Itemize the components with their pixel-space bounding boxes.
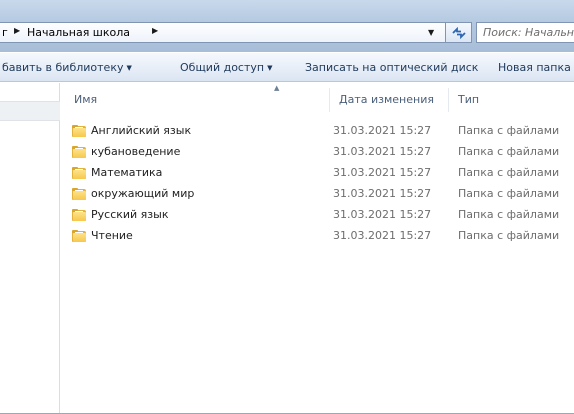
column-header-date[interactable]: Дата изменения <box>339 93 434 106</box>
file-type: Папка с файлами <box>458 187 560 200</box>
file-type: Папка с файлами <box>458 208 560 221</box>
nav-selected-item[interactable] <box>0 101 60 121</box>
file-type: Папка с файлами <box>458 166 560 179</box>
address-toolbar: г ▶ Начальная школа ▶ ▼ Поиск: Начальн <box>0 0 574 52</box>
folder-icon <box>72 146 86 158</box>
file-date: 31.03.2021 15:27 <box>333 208 432 221</box>
explorer-window: г ▶ Начальная школа ▶ ▼ Поиск: Начальн б… <box>0 0 574 414</box>
navigation-pane[interactable] <box>0 83 60 414</box>
add-to-library-label: бавить в библиотеку <box>2 61 124 74</box>
address-dropdown-icon[interactable]: ▼ <box>428 28 434 37</box>
file-type: Папка с файлами <box>458 229 560 242</box>
file-row[interactable]: Математика 31.03.2021 15:27 Папка с файл… <box>67 163 574 184</box>
folder-icon <box>72 167 86 179</box>
folder-icon <box>72 125 86 137</box>
share-button[interactable]: Общий доступ ▼ <box>180 61 272 74</box>
file-list[interactable]: ▲ Имя Дата изменения Тип Английский язык… <box>61 83 574 414</box>
search-placeholder: Поиск: Начальн <box>483 26 574 39</box>
file-name: кубановедение <box>91 145 181 158</box>
file-name: Русский язык <box>91 208 169 221</box>
folder-icon <box>72 209 86 221</box>
breadcrumb-arrow-icon[interactable]: ▶ <box>14 26 20 35</box>
column-header-name[interactable]: Имя <box>74 93 97 106</box>
file-type: Папка с файлами <box>458 145 560 158</box>
file-row[interactable]: окружающий мир 31.03.2021 15:27 Папка с … <box>67 184 574 205</box>
folder-icon <box>72 188 86 200</box>
breadcrumb-arrow-icon[interactable]: ▶ <box>152 26 158 35</box>
file-date: 31.03.2021 15:27 <box>333 229 432 242</box>
column-divider[interactable] <box>329 88 330 112</box>
file-date: 31.03.2021 15:27 <box>333 187 432 200</box>
file-name: Английский язык <box>91 124 192 137</box>
refresh-button[interactable] <box>446 22 472 43</box>
command-bar: бавить в библиотеку ▼ Общий доступ ▼ Запис… <box>0 52 574 82</box>
chevron-down-icon: ▼ <box>126 64 132 72</box>
file-row[interactable]: Чтение 31.03.2021 15:27 Папка с файлами <box>67 226 574 247</box>
address-bar[interactable]: г ▶ Начальная школа ▶ ▼ <box>0 22 446 43</box>
folder-icon <box>72 230 86 242</box>
file-row[interactable]: кубановедение 31.03.2021 15:27 Папка с ф… <box>67 142 574 163</box>
sort-ascending-icon: ▲ <box>274 84 280 92</box>
breadcrumb-current[interactable]: Начальная школа <box>27 26 130 39</box>
search-input[interactable]: Поиск: Начальн <box>476 22 574 43</box>
burn-button[interactable]: Записать на оптический диск <box>305 61 478 74</box>
add-to-library-button[interactable]: бавить в библиотеку ▼ <box>2 61 132 74</box>
file-date: 31.03.2021 15:27 <box>333 124 432 137</box>
refresh-icon <box>451 26 466 39</box>
chevron-down-icon: ▼ <box>267 64 273 72</box>
file-type: Папка с файлами <box>458 124 560 137</box>
file-row[interactable]: Русский язык 31.03.2021 15:27 Папка с фа… <box>67 205 574 226</box>
column-header-type[interactable]: Тип <box>458 93 479 106</box>
share-label: Общий доступ <box>180 61 265 74</box>
file-name: Математика <box>91 166 163 179</box>
new-folder-button[interactable]: Новая папка <box>498 61 571 74</box>
file-name: окружающий мир <box>91 187 195 200</box>
file-date: 31.03.2021 15:27 <box>333 145 432 158</box>
file-date: 31.03.2021 15:27 <box>333 166 432 179</box>
column-divider[interactable] <box>448 88 449 112</box>
file-row[interactable]: Английский язык 31.03.2021 15:27 Папка с… <box>67 121 574 142</box>
breadcrumb-parent[interactable]: г <box>2 26 8 39</box>
file-name: Чтение <box>91 229 133 242</box>
